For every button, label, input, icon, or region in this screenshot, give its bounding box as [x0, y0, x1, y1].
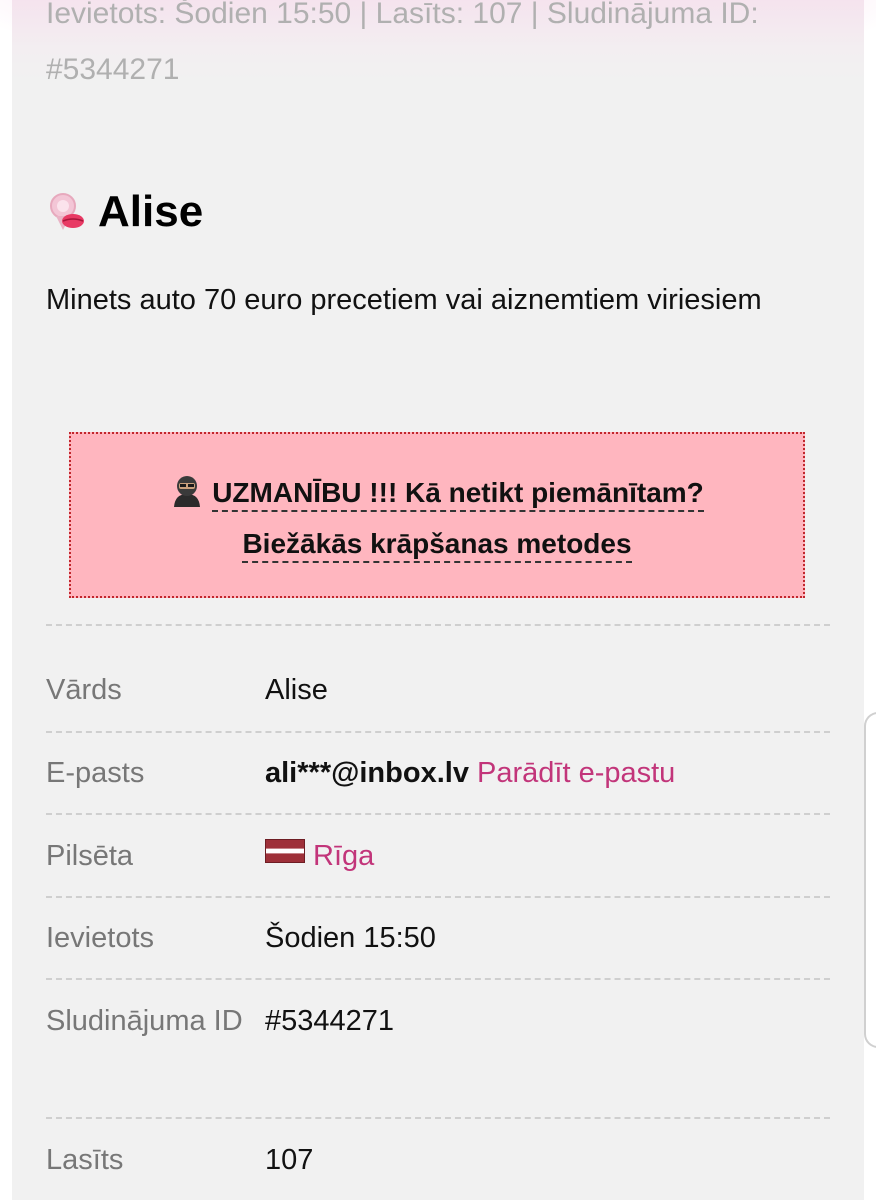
city-value: Rīga	[265, 828, 825, 884]
name-value: Alise	[265, 674, 328, 706]
ad-title-row: Alise	[46, 180, 203, 244]
details-divider	[46, 1117, 830, 1119]
details-divider	[46, 731, 830, 733]
scam-methods-label: Biežākās krāpšanas metodes	[242, 528, 632, 563]
city-label: Pilsēta	[46, 840, 134, 872]
latvia-flag-icon	[265, 839, 305, 863]
ad-card: Ievietots: Šodien 15:50 | Lasīts: 107 | …	[12, 0, 864, 1200]
posted-value: Šodien 15:50	[265, 922, 436, 954]
ad-description: Minets auto 70 euro precetiem vai aiznem…	[46, 284, 762, 316]
ad-title: Alise	[98, 187, 204, 236]
details-divider	[46, 896, 830, 898]
city-link[interactable]: Rīga	[313, 840, 374, 872]
masked-email: ali***@inbox.lv	[265, 757, 469, 789]
views-label: Lasīts	[46, 1144, 124, 1176]
show-email-link[interactable]: Parādīt e-pastu	[477, 757, 675, 789]
name-label: Vārds	[46, 674, 122, 706]
views-value: 107	[265, 1144, 314, 1176]
email-value: ali***@inbox.lv Parādīt e-pastu	[265, 745, 825, 801]
scam-warning-title: UZMANĪBU !!! Kā netikt piemānītam?	[212, 477, 704, 512]
details-divider	[46, 813, 830, 815]
hacker-icon	[174, 476, 201, 507]
scam-methods-link[interactable]: Biežākās krāpšanas metodes	[71, 528, 803, 563]
edge-panel-handle[interactable]	[864, 712, 876, 1048]
scam-warning-box: UZMANĪBU !!! Kā netikt piemānītam? Biežā…	[69, 432, 805, 598]
scam-warning-link[interactable]: UZMANĪBU !!! Kā netikt piemānītam?	[71, 474, 803, 512]
details-divider	[46, 978, 830, 980]
lips-badge-icon	[50, 193, 84, 230]
details-divider	[46, 624, 830, 626]
ad-id-label: Sludinājuma ID	[46, 1005, 243, 1037]
ad-id-value: #5344271	[265, 1005, 395, 1037]
page: Ievietots: Šodien 15:50 | Lasīts: 107 | …	[0, 0, 876, 1200]
email-label: E-pasts	[46, 757, 145, 789]
posted-label: Ievietots	[46, 922, 154, 954]
ad-meta-line: Ievietots: Šodien 15:50 | Lasīts: 107 | …	[46, 0, 759, 86]
